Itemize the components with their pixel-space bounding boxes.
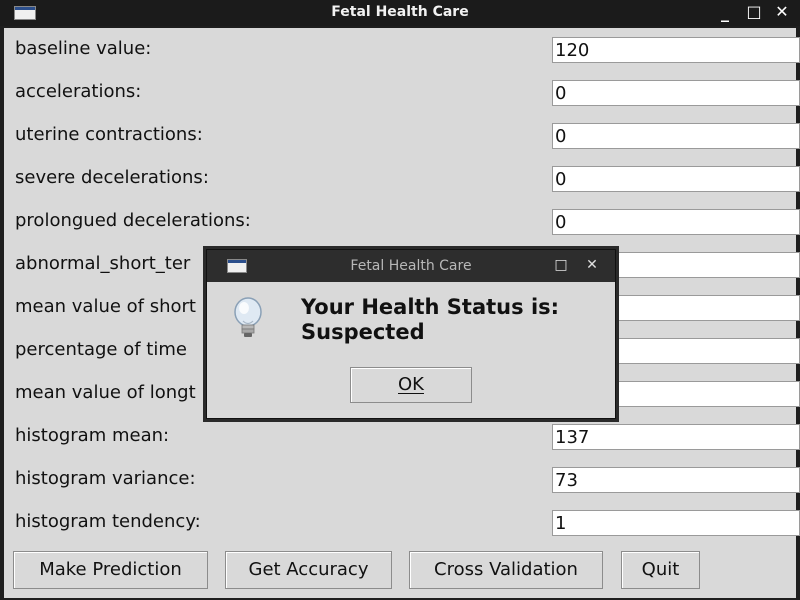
field-label: abnormal_short_ter [15, 253, 191, 274]
cross-validation-button[interactable]: Cross Validation [409, 551, 603, 589]
histogram-mean-input[interactable]: 137 [552, 424, 800, 450]
form-row-histogram-variance: histogram variance: 73 [4, 459, 800, 499]
field-label: baseline value: [15, 38, 152, 59]
form-row-accelerations: accelerations: 0 [4, 72, 800, 112]
dialog-message: Your Health Status is: Suspected [301, 295, 559, 345]
close-icon[interactable]: ✕ [772, 2, 792, 22]
field-label: accelerations: [15, 81, 142, 102]
field-label: severe decelerations: [15, 167, 209, 188]
histogram-variance-input[interactable]: 73 [552, 467, 800, 493]
minimize-icon[interactable]: _ [715, 3, 735, 23]
make-prediction-button[interactable]: Make Prediction [13, 551, 208, 589]
form-row-severe-decelerations: severe decelerations: 0 [4, 158, 800, 198]
window-title: Fetal Health Care [331, 4, 469, 20]
maximize-icon[interactable]: □ [744, 2, 764, 22]
lightbulb-icon [234, 297, 262, 337]
dialog-close-icon[interactable]: ✕ [583, 256, 601, 274]
form-row-baseline-value: baseline value: 120 [4, 29, 800, 69]
form-row-histogram-tendency: histogram tendency: 1 [4, 502, 800, 542]
field-label: mean value of longt [15, 382, 196, 403]
field-label: percentage of time [15, 339, 187, 360]
baseline-value-input[interactable]: 120 [552, 37, 800, 63]
quit-button[interactable]: Quit [621, 551, 700, 589]
window-titlebar: Fetal Health Care _ □ ✕ [0, 0, 800, 26]
field-label: histogram tendency: [15, 511, 201, 532]
field-label: prolongued decelerations: [15, 210, 251, 231]
ok-button[interactable]: OK [350, 367, 472, 403]
accelerations-input[interactable]: 0 [552, 80, 800, 106]
dialog-message-line2: Suspected [301, 320, 425, 344]
dialog-message-line1: Your Health Status is: [301, 295, 560, 319]
message-dialog: Fetal Health Care □ ✕ Your Health Status… [206, 249, 616, 419]
form-row-prolongued-decelerations: prolongued decelerations: 0 [4, 201, 800, 241]
dialog-maximize-icon[interactable]: □ [552, 256, 570, 274]
field-label: histogram variance: [15, 468, 196, 489]
field-label: uterine contractions: [15, 124, 203, 145]
field-label: histogram mean: [15, 425, 170, 446]
histogram-tendency-input[interactable]: 1 [552, 510, 800, 536]
uterine-contractions-input[interactable]: 0 [552, 123, 800, 149]
get-accuracy-button[interactable]: Get Accuracy [225, 551, 392, 589]
prolongued-decelerations-input[interactable]: 0 [552, 209, 800, 235]
form-row-uterine-contractions: uterine contractions: 0 [4, 115, 800, 155]
form-row-histogram-mean: histogram mean: 137 [4, 416, 800, 456]
severe-decelerations-input[interactable]: 0 [552, 166, 800, 192]
field-label: mean value of short [15, 296, 196, 317]
dialog-titlebar: Fetal Health Care □ ✕ [207, 250, 615, 282]
